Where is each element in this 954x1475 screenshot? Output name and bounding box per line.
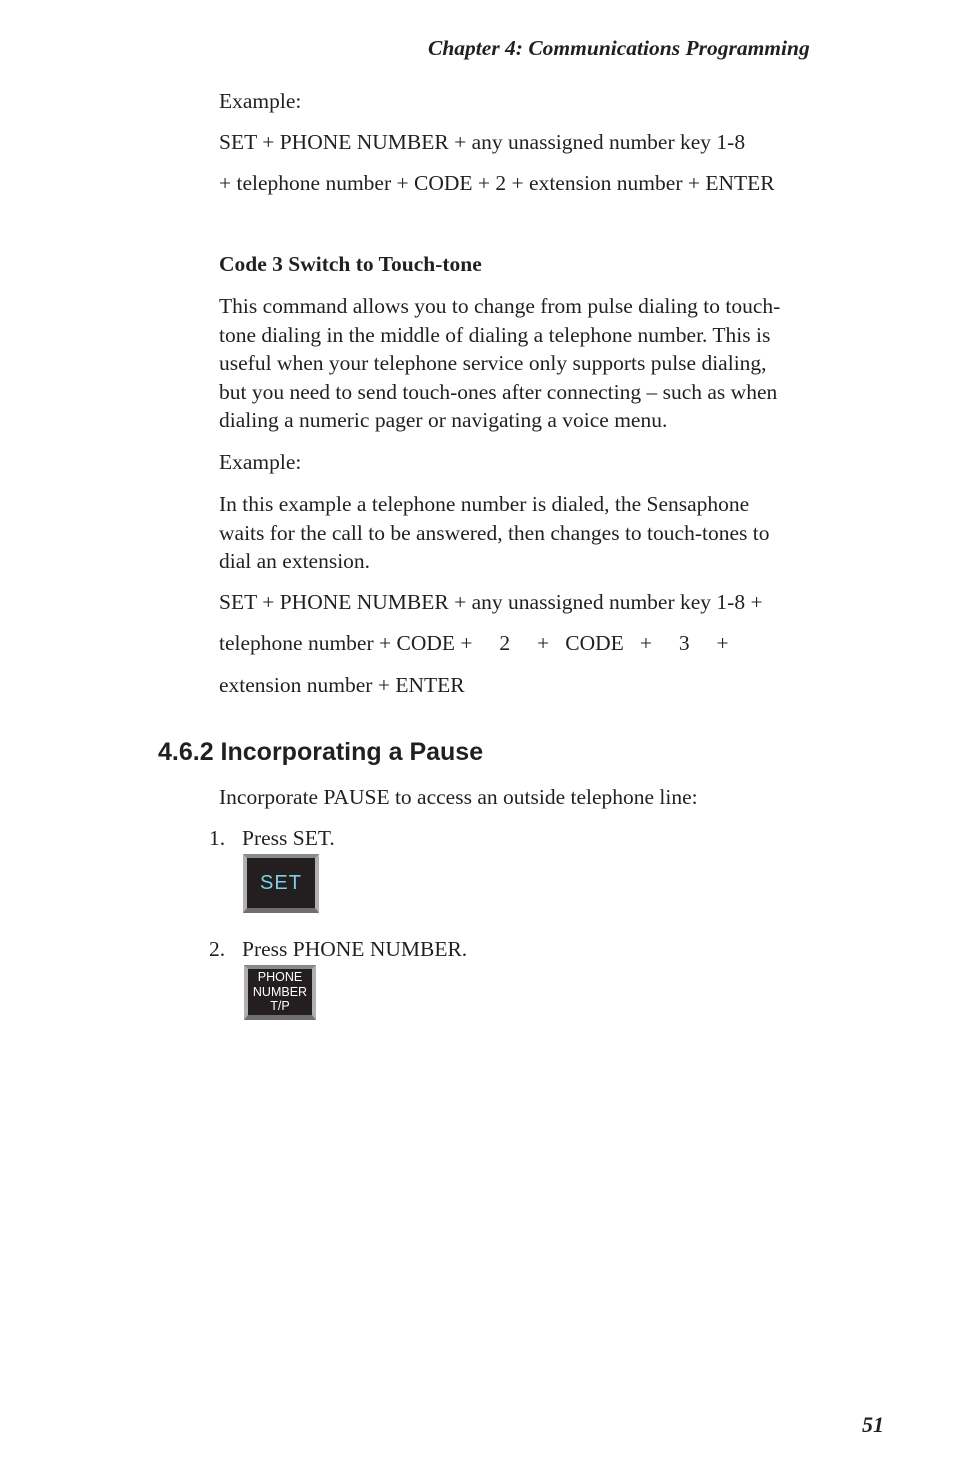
step-2: 2. Press PHONE NUMBER. <box>209 935 468 964</box>
text-line: waits for the call to be answered, then … <box>219 520 770 545</box>
code2-sequence-line-1: SET + PHONE NUMBER + any unassigned numb… <box>219 130 746 154</box>
code3-heading: Code 3 Switch to Touch-tone <box>219 252 482 276</box>
code2-sequence-line-2: + telephone number + CODE + 2 + extensio… <box>219 171 775 195</box>
code3-sequence-line-2: telephone number + CODE + 2 + CODE + 3 + <box>219 631 729 655</box>
code3-sequence-line-3: extension number + ENTER <box>219 673 465 697</box>
step-text: Press PHONE NUMBER. <box>242 937 468 961</box>
key-label: SET <box>260 871 302 894</box>
step-number: 1. <box>209 826 226 850</box>
step-number: 2. <box>209 937 226 961</box>
chapter-header: Chapter 4: Communications Programming <box>428 36 810 60</box>
code3-sequence-line-1: SET + PHONE NUMBER + any unassigned numb… <box>219 590 763 614</box>
key-label-line: T/P <box>270 999 290 1014</box>
section-heading: 4.6.2 Incorporating a Pause <box>158 738 484 766</box>
key-label-line: NUMBER <box>252 984 308 999</box>
example-label: Example: <box>219 89 302 113</box>
text-line: but you need to send touch-ones after co… <box>219 379 778 404</box>
code3-example-label: Example: <box>219 450 302 474</box>
text-line: dial an extension. <box>219 549 371 573</box>
step-1: 1. Press SET. <box>209 824 335 853</box>
set-key-icon: SET <box>243 854 319 913</box>
text-line: This command allows you to change from p… <box>219 294 781 318</box>
page-number: 51 <box>862 1412 884 1437</box>
text-line: In this example a telephone number is di… <box>219 492 750 516</box>
text-line: useful when your telephone service only … <box>219 351 767 375</box>
phone-number-key-icon: PHONE NUMBER T/P <box>244 965 316 1020</box>
section-intro: Incorporate PAUSE to access an outside t… <box>219 785 698 809</box>
text-line: tone dialing in the middle of dialing a … <box>219 322 771 347</box>
code3-description: This command allows you to change from p… <box>219 292 859 435</box>
text-line: dialing a numeric pager or navigating a … <box>219 408 668 432</box>
step-text: Press SET. <box>242 826 335 850</box>
key-label-line: PHONE <box>257 970 303 985</box>
code3-example-intro: In this example a telephone number is di… <box>219 490 859 576</box>
